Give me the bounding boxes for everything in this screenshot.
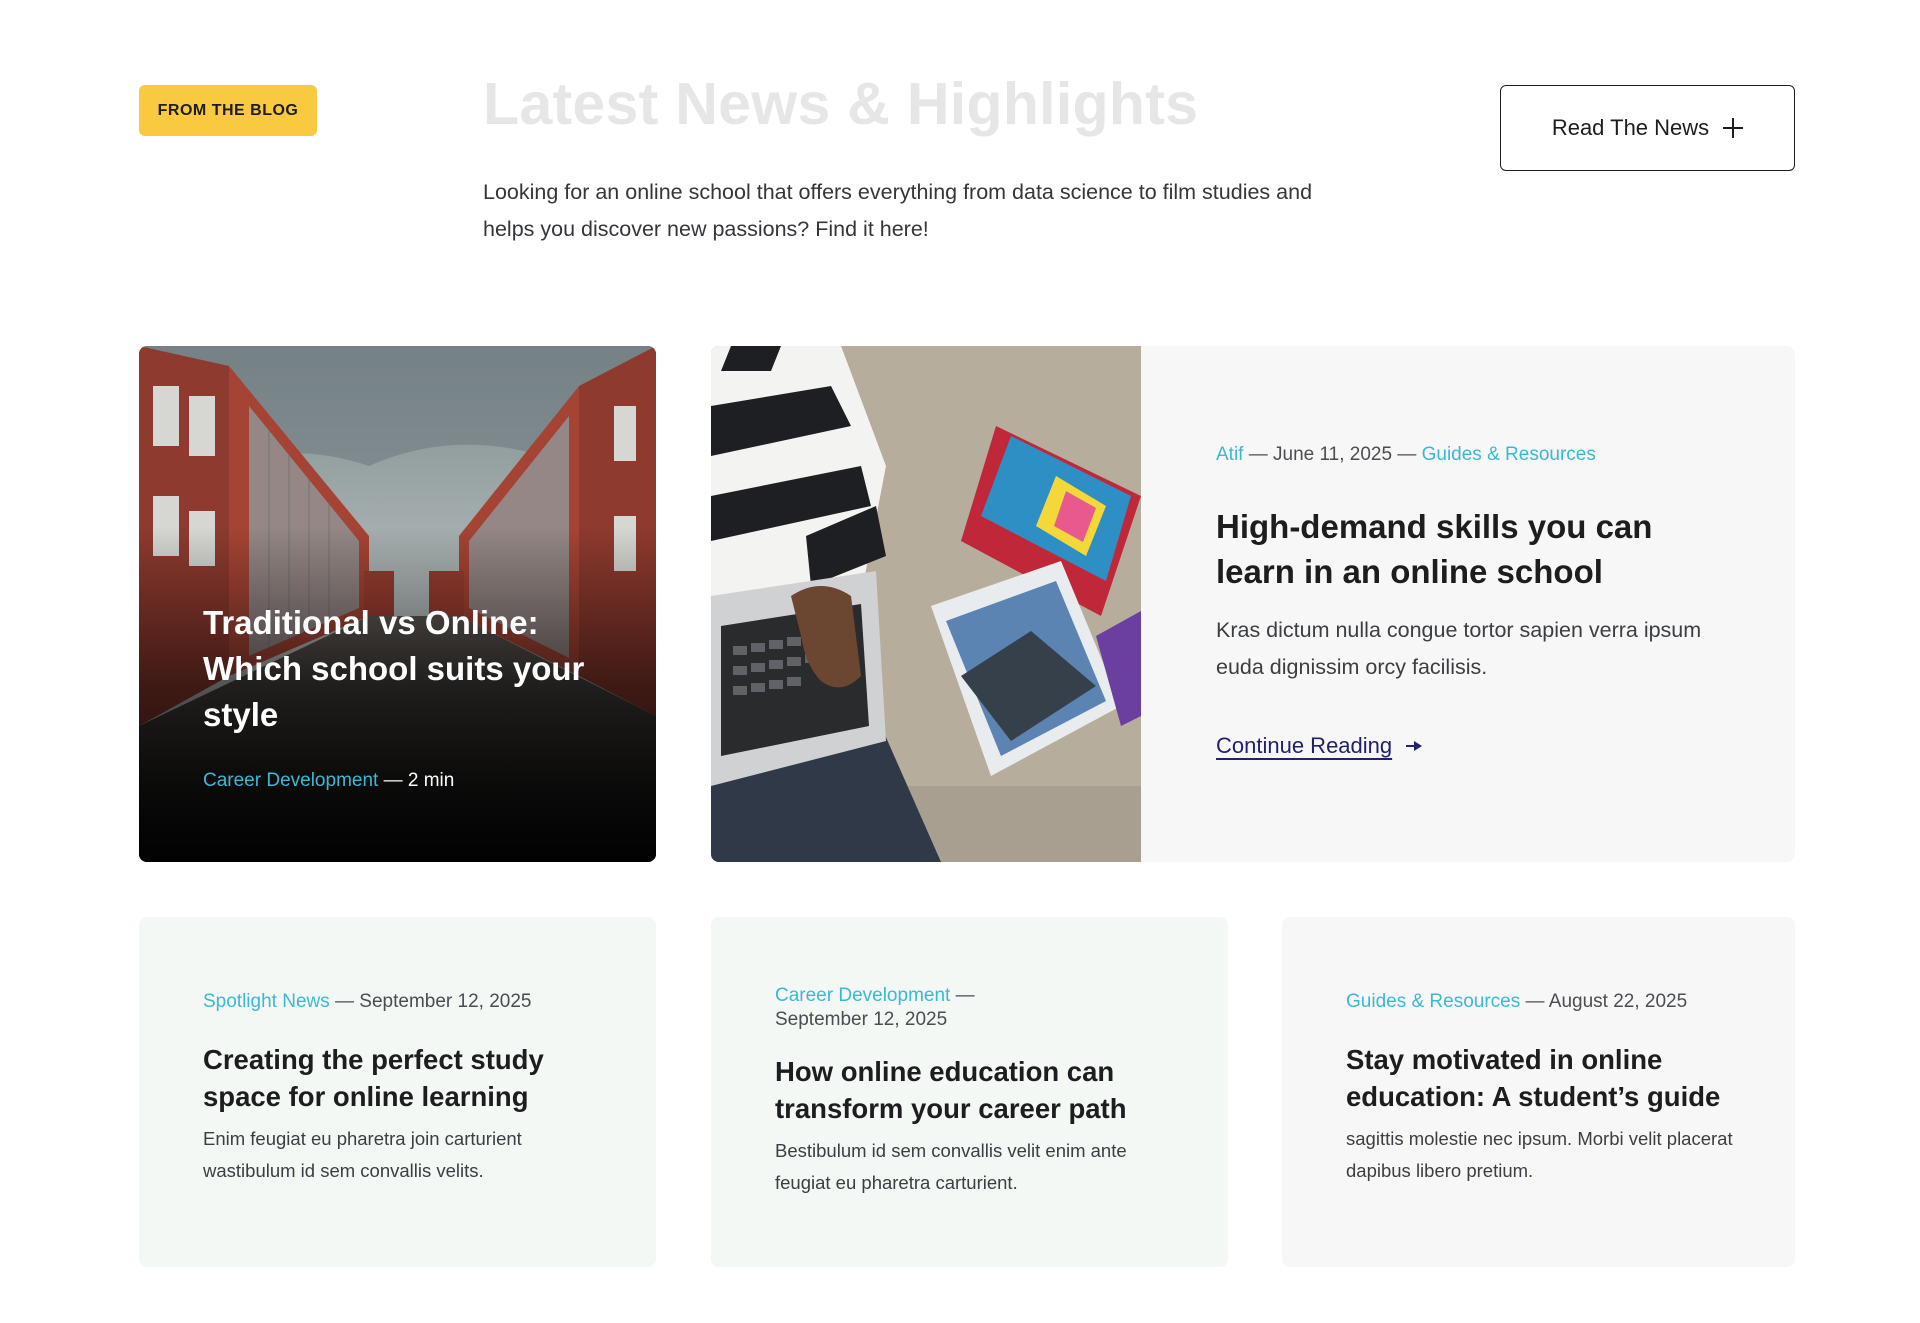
post-excerpt: Bestibulum id sem convallis velit enim a…: [775, 1140, 1127, 1193]
meta-separator: —: [335, 991, 355, 1012]
featured-post-title[interactable]: High-demand skills you can learn in an o…: [1216, 504, 1696, 594]
post-date: September 12, 2025: [359, 991, 532, 1012]
continue-reading-label: Continue Reading: [1216, 733, 1393, 758]
hero-post-meta: Career Development — 2 min: [203, 770, 454, 792]
blog-badge: FROM THE BLOG: [139, 85, 317, 136]
featured-post-category[interactable]: Guides & Resources: [1422, 444, 1596, 465]
post-category[interactable]: Career Development: [775, 985, 950, 1006]
post-card[interactable]: Spotlight News — September 12, 2025 Crea…: [139, 917, 656, 1267]
hero-post-title[interactable]: Traditional vs Online: Which school suit…: [203, 600, 603, 738]
featured-post-author[interactable]: Atif: [1216, 444, 1243, 465]
plus-icon: [1723, 118, 1744, 138]
post-meta: Guides & Resources — August 22, 2025: [1346, 990, 1746, 1014]
post-meta: Career Development — September 12, 2025: [775, 984, 1035, 1032]
post-category[interactable]: Spotlight News: [203, 991, 330, 1012]
post-title[interactable]: How online education can transform your …: [775, 1053, 1175, 1127]
post-excerpt: Enim feugiat eu pharetra join carturient…: [203, 1128, 522, 1181]
post-title[interactable]: Stay motivated in online education: A st…: [1346, 1041, 1746, 1115]
meta-separator: —: [1525, 991, 1545, 1012]
section-title: Latest News & Highlights: [483, 71, 1199, 137]
laptop-books-image[interactable]: [711, 346, 1141, 862]
post-title[interactable]: Creating the perfect study space for onl…: [203, 1041, 603, 1115]
meta-separator: —: [1248, 444, 1268, 465]
hero-post-category[interactable]: Career Development: [203, 770, 378, 791]
meta-separator: —: [383, 770, 403, 791]
post-category[interactable]: Guides & Resources: [1346, 991, 1520, 1012]
post-excerpt: sagittis molestie nec ipsum. Morbi velit…: [1346, 1128, 1733, 1181]
featured-post-card: Atif — June 11, 2025 — Guides & Resource…: [711, 346, 1795, 862]
post-card[interactable]: Guides & Resources — August 22, 2025 Sta…: [1282, 917, 1795, 1267]
meta-separator: —: [955, 985, 975, 1006]
read-the-news-label: Read The News: [1551, 115, 1710, 140]
post-date: September 12, 2025: [775, 1009, 948, 1030]
hero-post-read-time: 2 min: [407, 770, 455, 791]
post-card[interactable]: Career Development — September 12, 2025 …: [711, 917, 1228, 1267]
post-date: August 22, 2025: [1548, 991, 1688, 1012]
section-description: Looking for an online school that offers…: [483, 180, 1313, 241]
post-meta: Spotlight News — September 12, 2025: [203, 990, 603, 1014]
continue-reading-link[interactable]: Continue Reading: [1216, 733, 1423, 759]
arrow-right-icon: [1406, 740, 1423, 752]
featured-post-date: June 11, 2025: [1273, 444, 1393, 465]
meta-separator: —: [1397, 444, 1417, 465]
featured-post-excerpt: Kras dictum nulla congue tortor sapien v…: [1216, 618, 1702, 679]
featured-post-meta: Atif — June 11, 2025 — Guides & Resource…: [1216, 444, 1596, 466]
read-the-news-button[interactable]: Read The News: [1500, 85, 1795, 171]
hero-post-card[interactable]: Traditional vs Online: Which school suit…: [139, 346, 656, 862]
